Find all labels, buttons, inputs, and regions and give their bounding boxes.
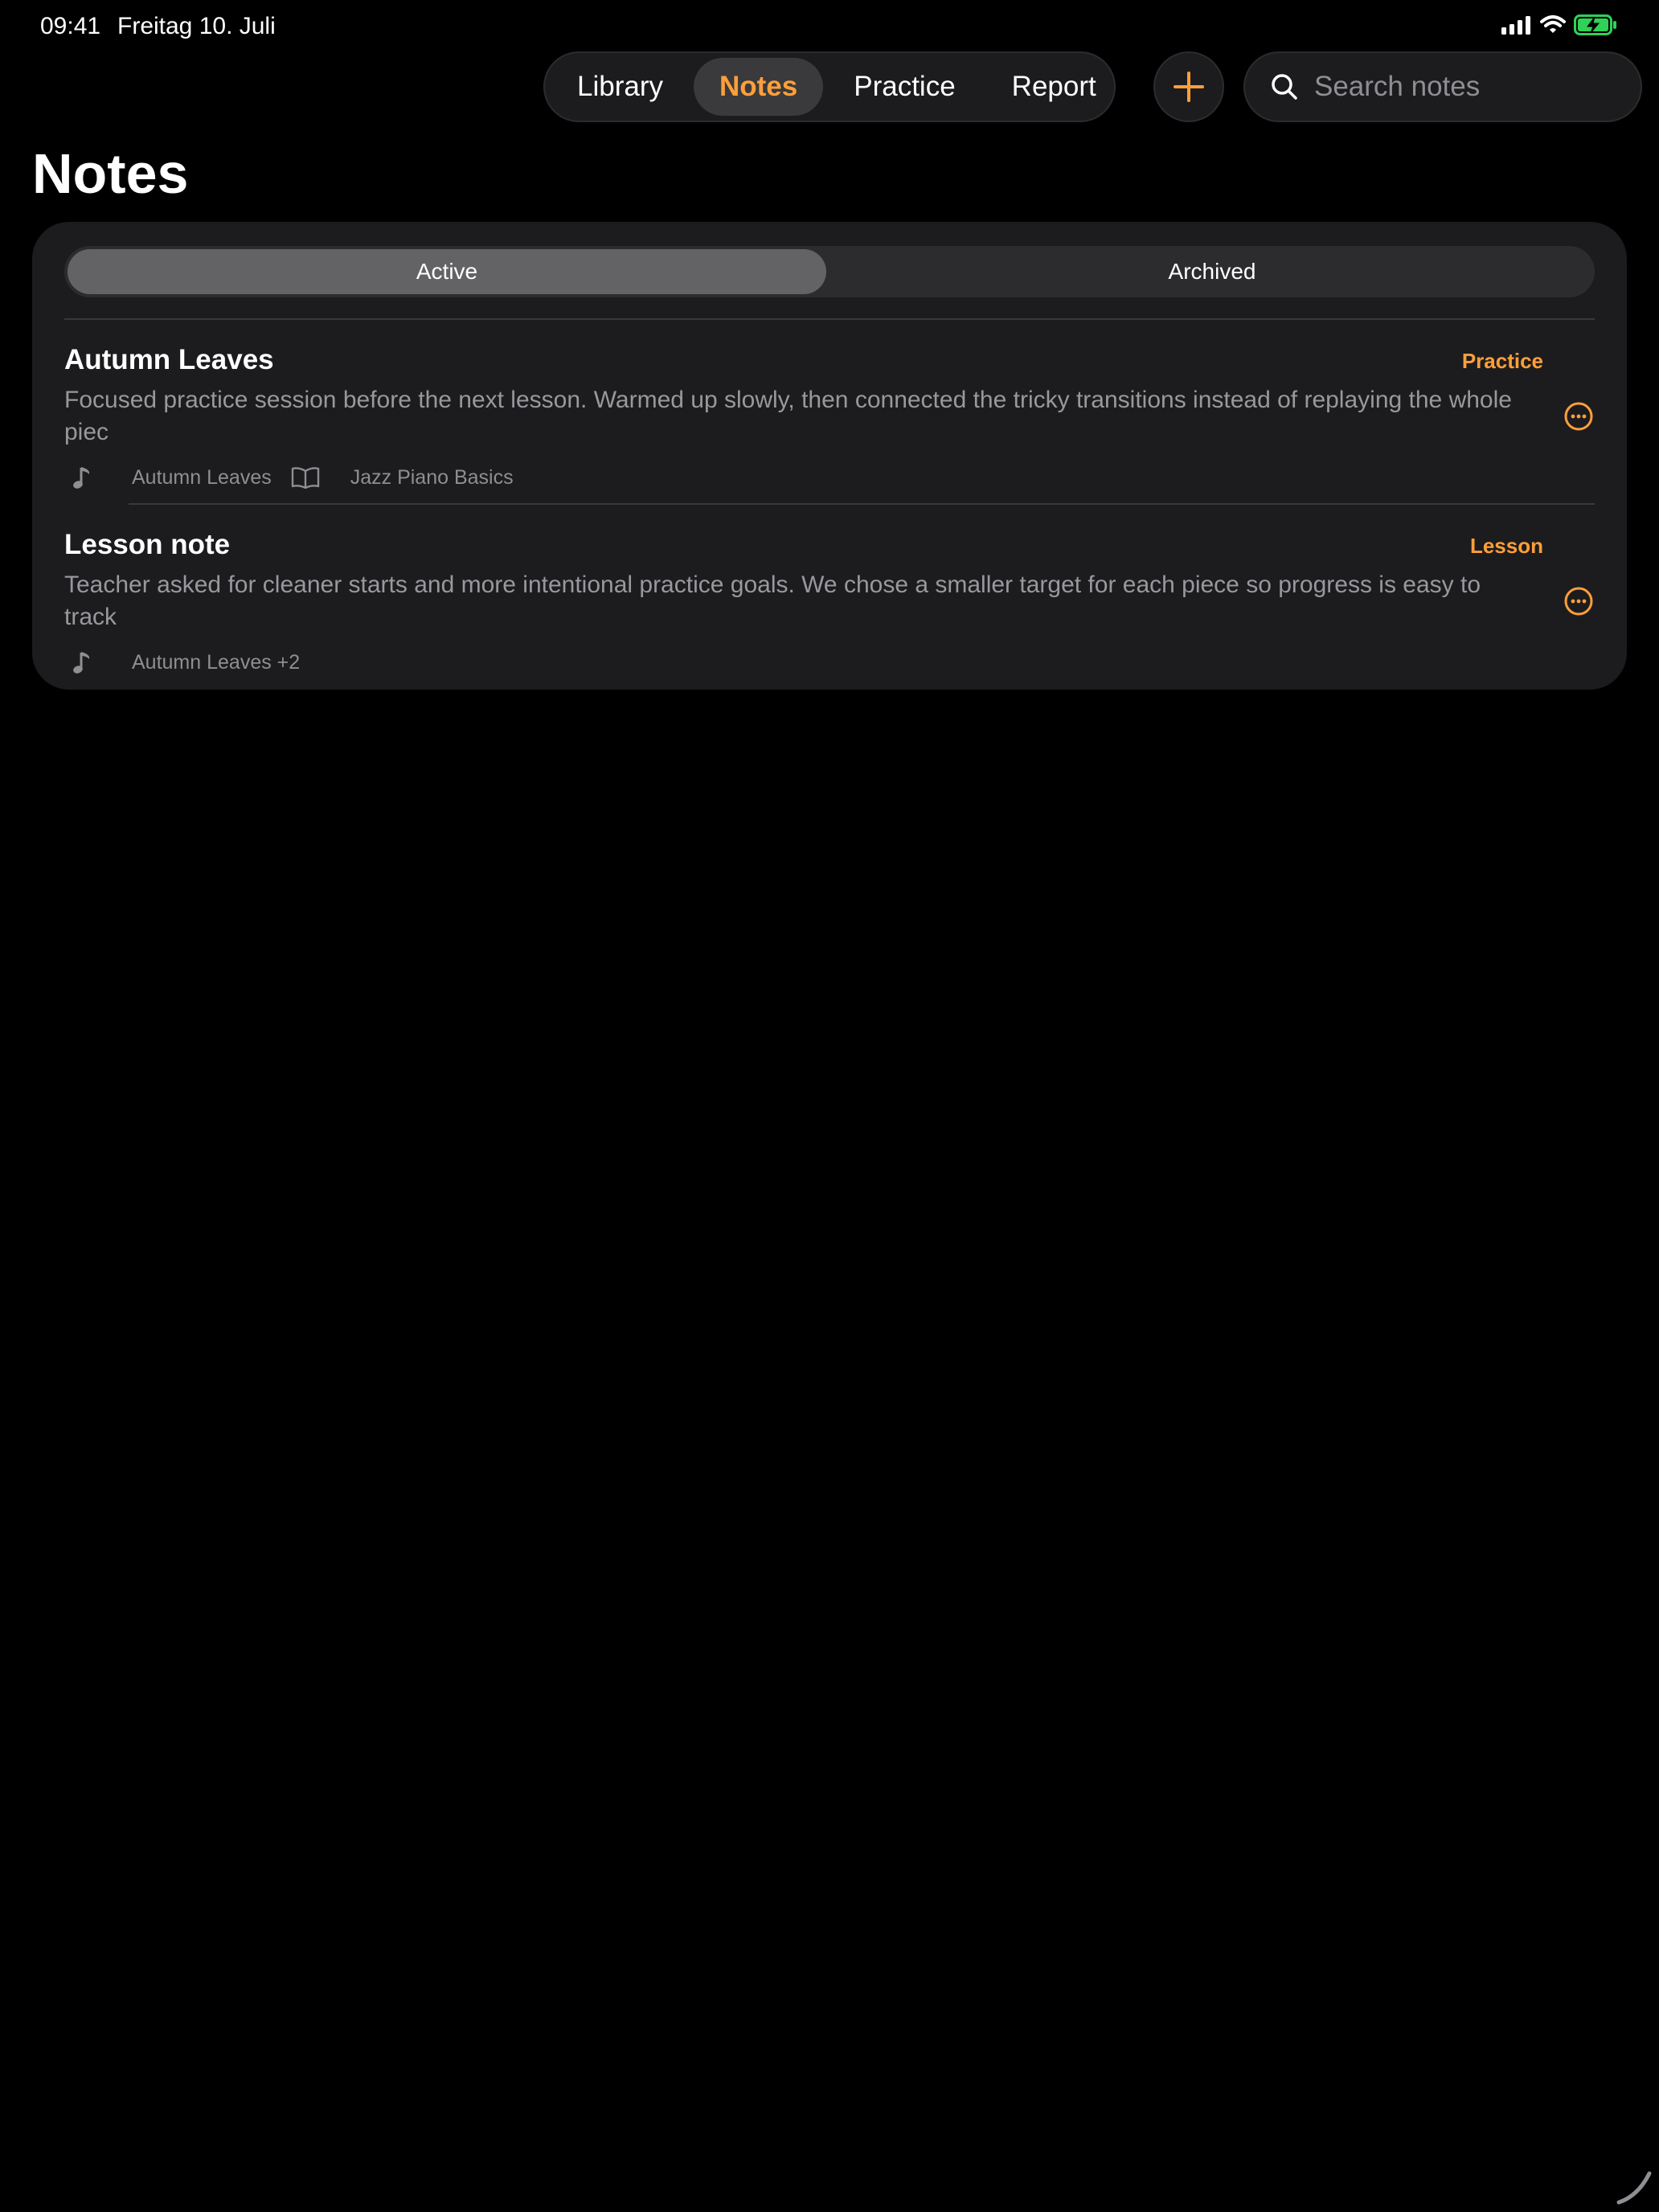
tab-report[interactable]: Report	[986, 58, 1122, 116]
status-bar: 09:41 Freitag 10. Juli	[0, 0, 1659, 51]
battery-charging-icon	[1574, 14, 1616, 35]
plus-icon	[1174, 72, 1204, 102]
segment-archived[interactable]: Archived	[833, 249, 1591, 294]
status-segmented-control: Active Archived	[64, 246, 1595, 297]
music-note-icon	[68, 463, 96, 492]
add-note-button[interactable]	[1153, 51, 1224, 122]
note-type-badge: Practice	[1461, 349, 1543, 373]
search-input[interactable]	[1314, 71, 1620, 103]
music-note-icon	[68, 648, 96, 677]
search-field[interactable]	[1243, 51, 1642, 122]
page-title: Notes	[32, 142, 189, 205]
wifi-icon	[1540, 15, 1566, 33]
top-tab-bar: Library Notes Practice Report	[543, 51, 1116, 122]
notes-card: Active Archived Autumn Leaves Practice F…	[32, 222, 1627, 690]
status-time: 09:41	[40, 13, 101, 39]
note-piece: Autumn Leaves +2	[132, 650, 301, 674]
more-options-icon[interactable]	[1563, 585, 1595, 617]
list-item[interactable]: Lesson note Lesson Teacher asked for cle…	[64, 529, 1595, 674]
divider	[129, 503, 1595, 505]
note-meta: Autumn Leaves +2	[64, 648, 300, 677]
cellular-signal-icon	[1501, 16, 1530, 35]
note-title: Lesson note	[64, 529, 231, 560]
note-preview: Focused practice session before the next…	[64, 387, 1512, 445]
note-type-badge: Lesson	[1469, 534, 1543, 558]
resize-handle-icon[interactable]	[1614, 2167, 1654, 2207]
segment-active[interactable]: Active	[68, 249, 826, 294]
tab-library[interactable]: Library	[551, 58, 689, 116]
note-title: Autumn Leaves	[64, 344, 274, 375]
search-icon	[1272, 74, 1297, 100]
tab-practice[interactable]: Practice	[828, 58, 981, 116]
note-piece: Autumn Leaves	[132, 465, 272, 489]
status-icons	[1501, 14, 1617, 35]
list-item[interactable]: Autumn Leaves Practice Focused practice …	[64, 344, 1595, 489]
note-preview: Teacher asked for cleaner starts and mor…	[64, 571, 1481, 630]
note-book: Jazz Piano Basics	[350, 465, 514, 489]
status-date: Freitag 10. Juli	[117, 13, 276, 39]
more-options-icon[interactable]	[1563, 400, 1595, 432]
note-meta: Autumn Leaves Jazz Piano Basics	[64, 463, 514, 492]
book-icon	[289, 463, 322, 492]
tab-notes[interactable]: Notes	[693, 58, 824, 116]
divider	[64, 318, 1595, 320]
